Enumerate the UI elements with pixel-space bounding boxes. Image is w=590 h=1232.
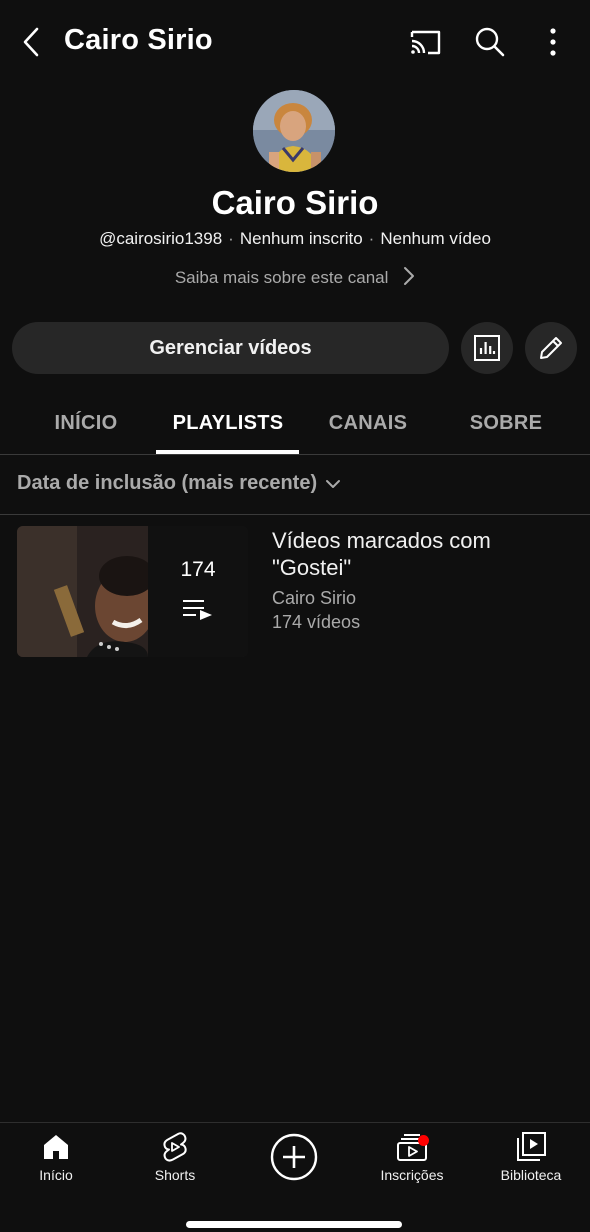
chevron-right-icon xyxy=(404,267,415,285)
tab-playlists[interactable]: PLAYLISTS xyxy=(158,412,298,435)
nav-shorts[interactable]: Shorts xyxy=(125,1131,225,1183)
nav-create[interactable] xyxy=(244,1131,344,1186)
nav-subscriptions[interactable]: Inscrições xyxy=(362,1131,462,1183)
edit-channel-button[interactable] xyxy=(525,322,577,374)
cast-icon xyxy=(410,30,441,55)
playlist-thumbnail[interactable]: 174 xyxy=(17,526,248,657)
library-icon xyxy=(517,1132,546,1161)
chevron-down-icon xyxy=(326,479,341,488)
nav-library[interactable]: Biblioteca xyxy=(481,1131,581,1183)
sort-dropdown[interactable]: Data de inclusão (mais recente) xyxy=(17,472,341,495)
nav-library-label: Biblioteca xyxy=(500,1167,562,1183)
sort-label: Data de inclusão (mais recente) xyxy=(17,472,318,494)
channel-tabs: INÍCIO PLAYLISTS CANAIS SOBRE xyxy=(0,400,590,455)
back-icon xyxy=(23,27,39,57)
separator-dot: · xyxy=(228,229,234,248)
analytics-button[interactable] xyxy=(461,322,513,374)
thumbnail-image xyxy=(17,526,148,657)
analytics-icon xyxy=(474,335,500,361)
back-button[interactable] xyxy=(14,22,48,62)
cast-button[interactable] xyxy=(408,24,444,60)
bottom-navigation: Início Shorts Inscrições Biblioteca xyxy=(0,1122,590,1232)
channel-name: Cairo Sirio xyxy=(211,184,379,221)
video-count: Nenhum vídeo xyxy=(380,229,491,248)
playlist-count-overlay xyxy=(148,526,248,657)
channel-meta: @cairosirio1398 · Nenhum inscrito · Nenhum v… xyxy=(0,229,590,249)
playlist-title[interactable]: Vídeos marcados com "Gostei" xyxy=(272,527,572,581)
nav-shorts-label: Shorts xyxy=(154,1167,196,1183)
about-channel-link[interactable]: Saiba mais sobre este canal xyxy=(0,266,590,288)
active-tab-indicator xyxy=(156,450,299,454)
subscriber-count: Nenhum inscrito xyxy=(239,229,363,248)
channel-avatar[interactable] xyxy=(253,90,335,172)
tab-inicio[interactable]: INÍCIO xyxy=(40,412,132,435)
divider xyxy=(0,514,590,515)
channel-handle: @cairosirio1398 xyxy=(99,229,223,248)
nav-home[interactable]: Início xyxy=(6,1131,106,1183)
notification-dot xyxy=(418,1135,429,1146)
top-app-bar: Cairo Sirio xyxy=(0,0,590,84)
search-icon xyxy=(475,27,505,57)
shorts-icon xyxy=(163,1132,187,1162)
playlist-video-count: 174 vídeos xyxy=(272,612,361,632)
page-title: Cairo Sirio xyxy=(64,24,213,56)
avatar-image xyxy=(253,90,335,172)
create-plus-icon xyxy=(270,1133,318,1181)
nav-home-label: Início xyxy=(39,1167,73,1183)
home-indicator[interactable] xyxy=(186,1221,402,1228)
more-vertical-icon xyxy=(550,28,556,56)
playlist-owner: Cairo Sirio xyxy=(272,588,357,608)
about-channel-label: Saiba mais sobre este canal xyxy=(174,268,389,287)
nav-subscriptions-label: Inscrições xyxy=(380,1167,444,1183)
more-options-button[interactable] xyxy=(538,24,568,60)
playlist-queue-icon xyxy=(183,600,212,620)
edit-pencil-icon xyxy=(540,337,562,359)
search-button[interactable] xyxy=(472,24,508,60)
separator-dot: · xyxy=(368,229,375,248)
home-icon xyxy=(44,1135,68,1159)
playlist-count: 174 xyxy=(180,558,216,581)
tab-canais[interactable]: CANAIS xyxy=(318,412,418,435)
manage-videos-button[interactable]: Gerenciar vídeos xyxy=(12,322,449,374)
channel-page: Cairo Sirio Cairo Sirio @cairosirio1398 … xyxy=(0,0,590,1232)
tab-sobre[interactable]: SOBRE xyxy=(456,412,556,435)
